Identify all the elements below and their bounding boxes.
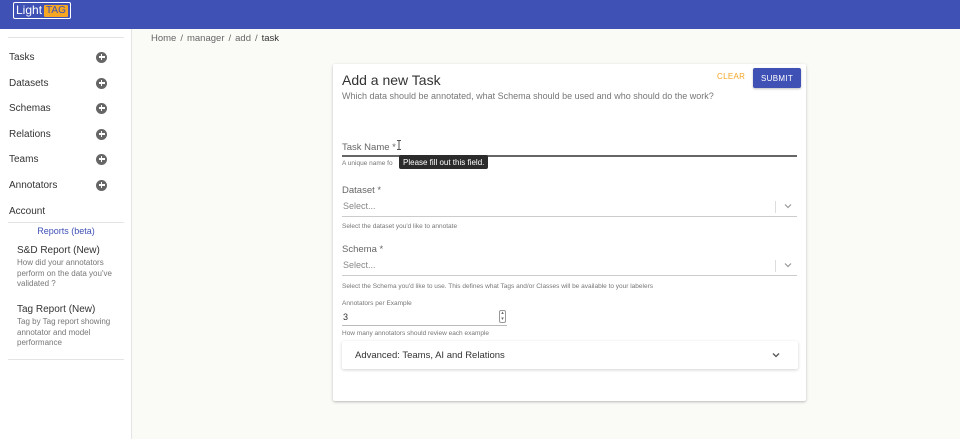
number-underline	[342, 325, 507, 326]
breadcrumb-separator: /	[228, 33, 232, 44]
schema-helper: Select the Schema you'd like to use. Thi…	[342, 283, 654, 290]
number-stepper[interactable]: ▴ ▾	[499, 310, 506, 323]
validation-tooltip: Please fill out this field.	[399, 155, 489, 169]
sidebar: Tasks Datasets Schemas Relations Teams A…	[0, 29, 132, 439]
sidebar-item-label: Account	[9, 205, 46, 217]
sidebar-item-label: Datasets	[9, 77, 49, 89]
schema-select[interactable]: Select...	[342, 256, 797, 276]
breadcrumb-separator: /	[254, 33, 258, 44]
add-schema-icon[interactable]	[96, 102, 107, 114]
advanced-accordion-label: Advanced: Teams, AI and Relations	[355, 350, 505, 361]
dataset-helper: Select the dataset you'd like to annotat…	[342, 223, 458, 230]
sidebar-item-datasets[interactable]: Datasets	[9, 73, 107, 93]
sidebar-item-schemas[interactable]: Schemas	[9, 98, 107, 118]
add-annotator-icon[interactable]	[96, 179, 107, 191]
breadcrumb-current: task	[261, 33, 280, 44]
sidebar-item-label: Tasks	[9, 51, 35, 63]
sidebar-item-teams[interactable]: Teams	[9, 149, 107, 169]
add-relation-icon[interactable]	[96, 128, 107, 140]
submit-button[interactable]: SUBMIT	[753, 68, 801, 88]
reports-section-label: Reports (beta)	[37, 226, 95, 236]
add-dataset-icon[interactable]	[96, 77, 107, 89]
add-team-icon[interactable]	[96, 153, 107, 165]
schema-label: Schema *	[342, 244, 384, 255]
annotators-per-example-input[interactable]: 3 ▴ ▾	[342, 309, 507, 326]
dataset-select-placeholder: Select...	[343, 201, 376, 211]
sidebar-item-relations[interactable]: Relations	[9, 124, 107, 144]
clear-button[interactable]: CLEAR	[717, 72, 745, 81]
breadcrumb: Home / manager / add / task	[151, 33, 279, 44]
sidebar-divider	[8, 222, 124, 223]
tag-report-description: Tag by Tag report showing annotator and …	[17, 317, 111, 347]
tag-report-link[interactable]: Tag Report (New)	[17, 304, 95, 315]
expand-icon[interactable]	[770, 349, 782, 361]
select-separator	[775, 201, 776, 213]
task-name-label: Task Name *	[342, 142, 396, 153]
breadcrumb-home[interactable]: Home	[151, 33, 176, 44]
dataset-select[interactable]: Select...	[342, 197, 797, 217]
sidebar-item-label: Teams	[9, 153, 39, 165]
sidebar-item-annotators[interactable]: Annotators	[9, 175, 107, 195]
select-separator	[775, 260, 776, 272]
dataset-label: Dataset *	[342, 185, 382, 196]
sidebar-item-label: Relations	[9, 128, 51, 140]
page-subtitle: Which data should be annotated, what Sch…	[342, 91, 714, 101]
annotators-value: 3	[343, 312, 349, 322]
text-cursor-icon	[397, 140, 401, 150]
sd-report-description: How did your annotators perform on the d…	[17, 258, 112, 288]
logo-text: Light	[16, 3, 43, 17]
sidebar-item-label: Annotators	[9, 179, 58, 191]
chevron-down-icon[interactable]	[783, 260, 793, 270]
stepper-down-icon[interactable]: ▾	[500, 316, 505, 323]
logo-badge: TAG	[44, 4, 68, 17]
sidebar-item-tasks[interactable]: Tasks	[9, 47, 107, 67]
chevron-down-icon[interactable]	[783, 201, 793, 211]
breadcrumb-separator: /	[180, 33, 183, 44]
app-logo[interactable]: Light TAG	[13, 2, 71, 19]
page-title: Add a new Task	[342, 72, 441, 88]
annotators-helper: How many annotators should review each e…	[342, 330, 490, 337]
add-task-icon[interactable]	[96, 51, 107, 63]
sidebar-item-account[interactable]: Account	[9, 201, 107, 221]
app-header: Light TAG	[0, 0, 960, 29]
breadcrumb-manager[interactable]: manager	[187, 33, 225, 44]
select-underline	[342, 275, 797, 276]
sd-report-link[interactable]: S&D Report (New)	[17, 245, 100, 256]
task-name-helper: A unique name fo	[342, 160, 393, 167]
sidebar-divider-bottom	[8, 359, 124, 360]
advanced-accordion[interactable]: Advanced: Teams, AI and Relations	[342, 341, 798, 369]
breadcrumb-add[interactable]: add	[235, 33, 251, 44]
select-underline	[342, 216, 797, 217]
schema-select-placeholder: Select...	[343, 260, 376, 270]
sidebar-item-label: Schemas	[9, 102, 51, 114]
sidebar-divider-top	[8, 37, 124, 38]
annotators-label: Annotators per Example	[342, 300, 412, 307]
add-task-form: Add a new Task Which data should be anno…	[333, 64, 806, 401]
